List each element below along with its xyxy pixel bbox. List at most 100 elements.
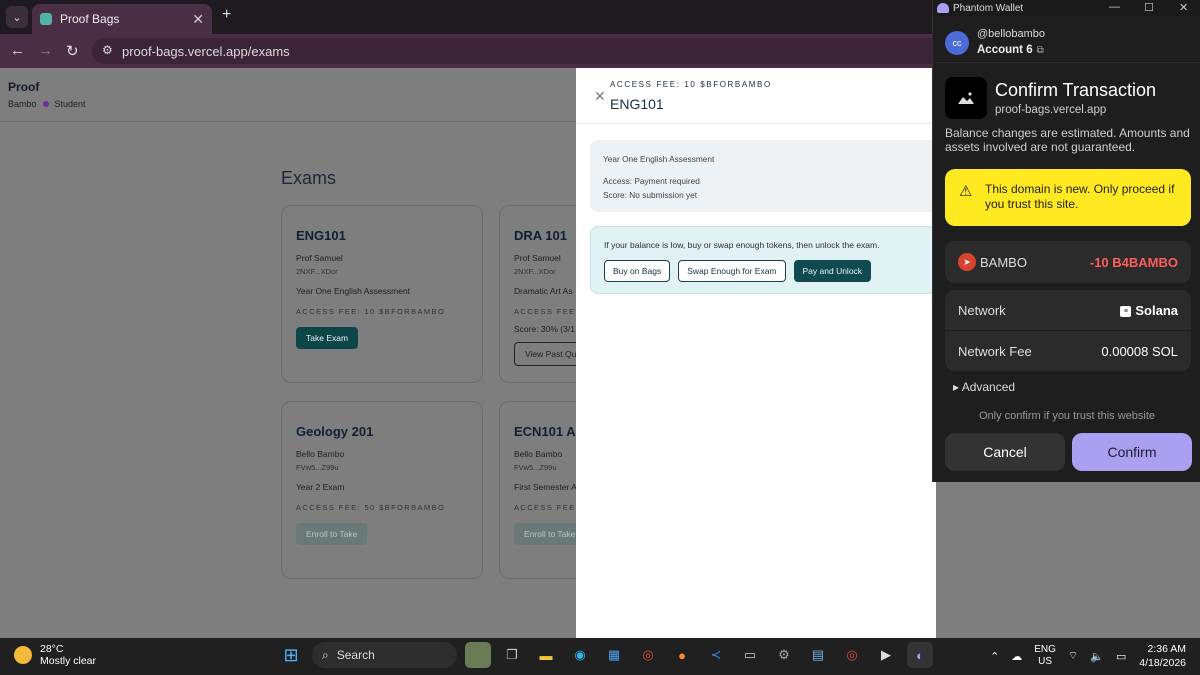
buy-on-bags-button[interactable]: Buy on Bags	[604, 260, 671, 282]
site-settings-icon[interactable]: ⚙	[102, 43, 113, 57]
vscode-icon[interactable]: ≺	[703, 642, 729, 668]
token-icon: ➤	[958, 253, 976, 271]
app-header: Proof Bambo Student	[0, 68, 576, 122]
exam-code: Geology 201	[296, 424, 374, 439]
trust-note: Only confirm if you trust this website	[978, 410, 1156, 422]
search-box[interactable]: ⌕ Search	[312, 642, 457, 668]
user-name: Bambo	[8, 99, 37, 109]
window-title: Phantom Wallet	[953, 2, 1024, 14]
terminal-icon[interactable]: ▭	[737, 642, 763, 668]
enroll-button[interactable]: Enroll to Take	[296, 523, 368, 545]
account-selector[interactable]: cc @bellobambo Account 6 ⧉	[945, 28, 1045, 58]
close-icon[interactable]: ✕	[594, 88, 606, 105]
close-tab-icon[interactable]: ✕	[192, 11, 204, 28]
copy-icon[interactable]: ⧉	[1037, 45, 1044, 56]
exam-prof: Bello Bambo	[296, 449, 345, 459]
avatar: cc	[945, 31, 969, 55]
weather-moon-icon	[14, 646, 32, 664]
close-window-icon[interactable]: ✕	[1179, 1, 1188, 14]
new-tab-button[interactable]: +	[222, 6, 231, 24]
balance-hint: If your balance is low, buy or swap enou…	[604, 240, 880, 250]
user-role: Student	[54, 99, 86, 109]
notepad-icon[interactable]: ▤	[805, 642, 831, 668]
account-handle: @bellobambo	[977, 28, 1046, 40]
forward-icon[interactable]: →	[38, 42, 53, 59]
media-player-icon[interactable]: ▶	[873, 642, 899, 668]
exam-prof: Prof Samuel	[296, 253, 343, 263]
exam-card: ENG101 Prof Samuel 2NXF...XDor Year One …	[281, 205, 483, 383]
firefox-icon[interactable]: ●	[669, 642, 695, 668]
payment-box: If your balance is low, buy or swap enou…	[590, 226, 936, 294]
page-title: Exams	[281, 168, 337, 188]
back-icon[interactable]: ←	[10, 42, 25, 59]
fee-value: 0.00008 SOL	[1101, 343, 1178, 359]
app-brand[interactable]: Proof	[8, 80, 39, 94]
taskbar-apps: ⊞ ⌕ Search ❐ ▬ ◉ ▦ ◎ ● ≺ ▭ ⚙ ▤ ◎ ▶ ◐	[278, 642, 933, 668]
network-value: Solana	[1135, 302, 1178, 318]
tab-search-menu-button[interactable]: ⌄	[6, 6, 28, 28]
estimate-note: Balance changes are estimated. Amounts a…	[945, 126, 1190, 155]
volume-icon[interactable]: 🔈	[1090, 650, 1104, 663]
url-text: proof-bags.vercel.app/exams	[122, 43, 290, 59]
advanced-toggle[interactable]: ▸ Advanced	[953, 380, 1015, 394]
network-label: Network	[958, 302, 1006, 318]
pay-and-unlock-button[interactable]: Pay and Unlock	[793, 260, 872, 282]
reload-icon[interactable]: ↻	[66, 42, 79, 60]
exam-description: Year 2 Exam	[296, 482, 345, 492]
cancel-button[interactable]: Cancel	[945, 433, 1065, 471]
minimize-icon[interactable]: —	[1109, 1, 1120, 13]
browser-tab[interactable]: Proof Bags ✕	[32, 4, 212, 34]
phantom-taskbar-icon[interactable]: ◐	[907, 642, 933, 668]
exam-fee: ACCESS FEE: 10 $BFORBAMBO	[296, 307, 446, 316]
language-indicator[interactable]: ENG US	[1034, 644, 1056, 668]
exam-detail-drawer: ✕ ACCESS FEE: 10 $BFORBAMBO ENG101 Year …	[576, 68, 936, 638]
chevron-up-icon[interactable]: ⌃	[990, 650, 999, 663]
solana-icon: ≡	[1120, 305, 1132, 317]
site-image-icon	[945, 77, 987, 119]
score-status: Score: No submission yet	[603, 190, 698, 200]
chrome-profile-icon[interactable]: ◎	[839, 642, 865, 668]
widget-icon[interactable]	[465, 642, 491, 668]
file-explorer-icon[interactable]: ▬	[533, 642, 559, 668]
token-name: BAMBO	[980, 254, 1027, 270]
exam-description: Year One English Assessment	[603, 154, 715, 164]
exam-address: 2NXF...XDor	[296, 267, 338, 276]
warning-text: This domain is new. Only proceed if you …	[985, 182, 1175, 211]
phantom-logo-icon	[937, 3, 949, 13]
url-field[interactable]: ⚙ proof-bags.vercel.app/exams	[92, 38, 942, 64]
request-domain: proof-bags.vercel.app	[995, 104, 1107, 116]
weather-widget[interactable]: 28°C Mostly clear	[14, 643, 96, 667]
warning-icon: ⚠	[959, 183, 973, 200]
date: 4/18/2026	[1139, 656, 1186, 669]
lang-region: US	[1038, 656, 1052, 667]
network-row: Network ≡ Solana	[945, 290, 1191, 330]
lang-code: ENG	[1034, 644, 1056, 655]
wifi-icon[interactable]: ⌔	[1068, 649, 1078, 663]
system-tray: ⌃ ☁ ENG US ⌔ 🔈 ▭	[990, 644, 1126, 668]
cloud-icon[interactable]: ☁	[1011, 650, 1022, 663]
new-domain-warning: ⚠ This domain is new. Only proceed if yo…	[945, 169, 1191, 226]
confirm-button[interactable]: Confirm	[1072, 433, 1192, 471]
advanced-label: Advanced	[961, 380, 1016, 394]
drawer-divider	[576, 123, 936, 124]
exam-info-box: Year One English Assessment Access: Paym…	[590, 140, 936, 212]
settings-gear-icon[interactable]: ⚙	[771, 642, 797, 668]
drawer-exam-code: ENG101	[610, 96, 664, 112]
token-change: -10 B4BAMBO	[1089, 254, 1178, 270]
store-icon[interactable]: ▦	[601, 642, 627, 668]
edge-icon[interactable]: ◉	[567, 642, 593, 668]
clock[interactable]: 2:36 AM 4/18/2026	[1122, 643, 1186, 670]
enroll-button[interactable]: Enroll to Take	[514, 523, 586, 545]
chrome-icon[interactable]: ◎	[635, 642, 661, 668]
account-name: Account 6	[977, 44, 1033, 56]
temperature: 28°C	[40, 643, 64, 655]
maximize-icon[interactable]: ☐	[1144, 1, 1154, 14]
swap-button[interactable]: Swap Enough for Exam	[678, 260, 786, 282]
task-view-icon[interactable]: ❐	[499, 642, 525, 668]
search-label: Search	[336, 648, 375, 662]
exam-card: Geology 201 Bello Bambo FVw5...Z99u Year…	[281, 401, 483, 579]
take-exam-button[interactable]: Take Exam	[296, 327, 359, 349]
start-icon[interactable]: ⊞	[278, 642, 304, 668]
site-favicon-icon	[40, 13, 52, 25]
user-info: Bambo Student	[8, 99, 86, 109]
